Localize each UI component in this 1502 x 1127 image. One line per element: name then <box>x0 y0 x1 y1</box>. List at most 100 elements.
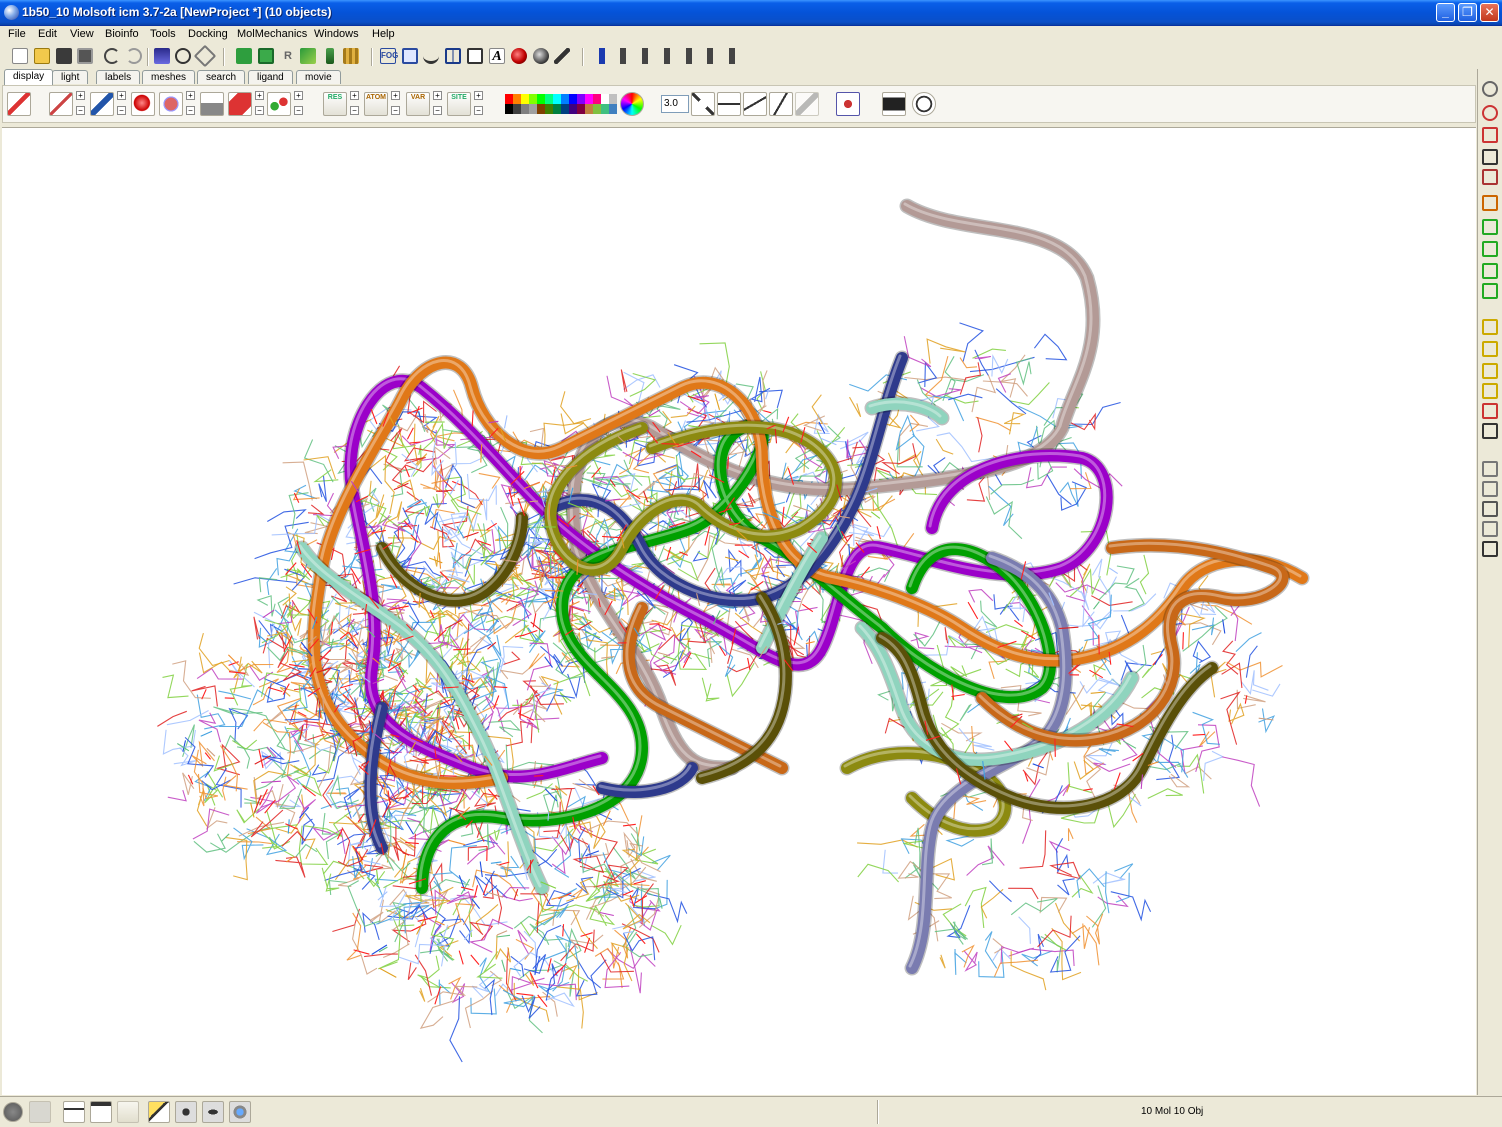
palette-swatch[interactable] <box>569 94 577 104</box>
close-button[interactable]: ✕ <box>1480 3 1499 22</box>
minimize-button[interactable]: _ <box>1436 3 1455 22</box>
molecule-viewport[interactable] <box>2 127 1476 1095</box>
ribbon-minus-button[interactable]: − <box>255 106 264 115</box>
align-2-icon[interactable] <box>615 48 631 64</box>
ribbon-button[interactable] <box>228 92 252 116</box>
palette-swatch[interactable] <box>609 104 617 114</box>
atom-minus-button[interactable]: − <box>391 106 400 115</box>
palette-swatch[interactable] <box>601 94 609 104</box>
ligand-icon[interactable] <box>193 44 217 68</box>
restore-view-button[interactable] <box>912 92 936 116</box>
palette-swatch[interactable] <box>537 94 545 104</box>
clip-both-icon[interactable] <box>1482 363 1498 379</box>
tab-ligand[interactable]: ligand <box>248 70 293 84</box>
ribbon-plus-button[interactable]: + <box>255 91 264 100</box>
align-6-icon[interactable] <box>702 48 718 64</box>
var-minus-button[interactable]: − <box>433 106 442 115</box>
res-minus-button[interactable]: − <box>350 106 359 115</box>
color-wheel-button[interactable] <box>620 92 644 116</box>
palette-swatch[interactable] <box>577 94 585 104</box>
align-top-icon[interactable] <box>594 48 610 64</box>
clip-back-icon[interactable] <box>1482 341 1498 357</box>
palette-swatch[interactable] <box>505 104 513 114</box>
hbond-button[interactable] <box>267 92 291 116</box>
stick-minus-button[interactable]: − <box>117 106 126 115</box>
res-label-button[interactable]: RES <box>323 92 347 116</box>
workspace-icon[interactable] <box>63 1101 85 1123</box>
torsion-button[interactable] <box>769 92 793 116</box>
palette-swatch[interactable] <box>505 94 513 104</box>
hbond-minus-button[interactable]: − <box>294 106 303 115</box>
menu-docking[interactable]: Docking <box>188 28 228 40</box>
palette-swatch[interactable] <box>569 104 577 114</box>
palette-swatch[interactable] <box>577 104 585 114</box>
lock-icon[interactable] <box>1482 195 1498 211</box>
undisplay-all-button[interactable] <box>7 92 31 116</box>
palette-swatch[interactable] <box>601 104 609 114</box>
padlock-icon[interactable] <box>1482 423 1498 439</box>
glasses-icon[interactable] <box>423 48 439 64</box>
clip-front-icon[interactable] <box>1482 319 1498 335</box>
open-icon[interactable] <box>34 48 50 64</box>
rotate-z-icon[interactable] <box>1482 481 1498 497</box>
zoom-icon[interactable] <box>1482 149 1498 165</box>
menu-help[interactable]: Help <box>372 28 395 40</box>
palette-swatch[interactable] <box>521 104 529 114</box>
palette-swatch[interactable] <box>561 104 569 114</box>
select-icon[interactable] <box>236 48 252 64</box>
menu-windows[interactable]: Windows <box>314 28 359 40</box>
sphere-icon[interactable] <box>511 48 527 64</box>
measure-button[interactable] <box>717 92 741 116</box>
distance-button[interactable] <box>691 92 715 116</box>
grid-icon[interactable] <box>343 48 359 64</box>
var-plus-button[interactable]: + <box>433 91 442 100</box>
atom-label-button[interactable]: ATOM <box>364 92 388 116</box>
redo-icon[interactable] <box>126 48 142 64</box>
tab-labels[interactable]: labels <box>96 70 141 84</box>
wire-plus-button[interactable]: + <box>76 91 85 100</box>
res-plus-button[interactable]: + <box>350 91 359 100</box>
align-bottom-icon[interactable] <box>724 48 740 64</box>
fog-clip-icon[interactable] <box>1482 403 1498 419</box>
save-view-button[interactable] <box>882 92 906 116</box>
palette-swatch[interactable] <box>537 104 545 114</box>
atom-plus-button[interactable]: + <box>391 91 400 100</box>
bond-icon[interactable] <box>326 48 334 64</box>
maximize-button[interactable]: ❐ <box>1458 3 1477 22</box>
palette-swatch[interactable] <box>529 104 537 114</box>
palette-swatch[interactable] <box>593 104 601 114</box>
hbond-plus-button[interactable]: + <box>294 91 303 100</box>
clip-slab-icon[interactable] <box>1482 383 1498 399</box>
spin-icon[interactable] <box>1482 169 1498 185</box>
as-icon[interactable] <box>1482 283 1498 299</box>
r-icon[interactable]: R <box>280 48 296 64</box>
menu-edit[interactable]: Edit <box>38 28 57 40</box>
fog-icon[interactable]: FOG <box>380 48 398 64</box>
panel-icon[interactable] <box>117 1101 139 1123</box>
camera-icon[interactable] <box>175 1101 197 1123</box>
center-button[interactable] <box>836 92 860 116</box>
menu-molmechanics[interactable]: MolMechanics <box>237 28 307 40</box>
label-size-spinner[interactable]: 3.0 <box>661 95 689 113</box>
skin-button[interactable] <box>159 92 183 116</box>
copy-icon[interactable] <box>258 48 274 64</box>
skin-minus-button[interactable]: − <box>186 106 195 115</box>
palette-swatch[interactable] <box>585 94 593 104</box>
save-all-icon[interactable] <box>77 48 93 64</box>
menu-view[interactable]: View <box>70 28 94 40</box>
shade-icon[interactable] <box>533 48 549 64</box>
surface-button[interactable] <box>200 92 224 116</box>
undo-icon[interactable] <box>104 48 120 64</box>
menu-file[interactable]: File <box>8 28 26 40</box>
palette-swatch[interactable] <box>545 94 553 104</box>
palette-swatch[interactable] <box>545 104 553 114</box>
palette-swatch[interactable] <box>609 94 617 104</box>
palette-swatch[interactable] <box>561 94 569 104</box>
split-icon[interactable] <box>445 48 461 64</box>
move-icon[interactable] <box>1482 501 1498 517</box>
stereo-icon[interactable] <box>402 48 418 64</box>
connect-icon[interactable] <box>300 48 316 64</box>
align-5-icon[interactable] <box>681 48 697 64</box>
tab-display[interactable]: display <box>4 69 54 85</box>
target-icon[interactable] <box>1482 81 1498 97</box>
